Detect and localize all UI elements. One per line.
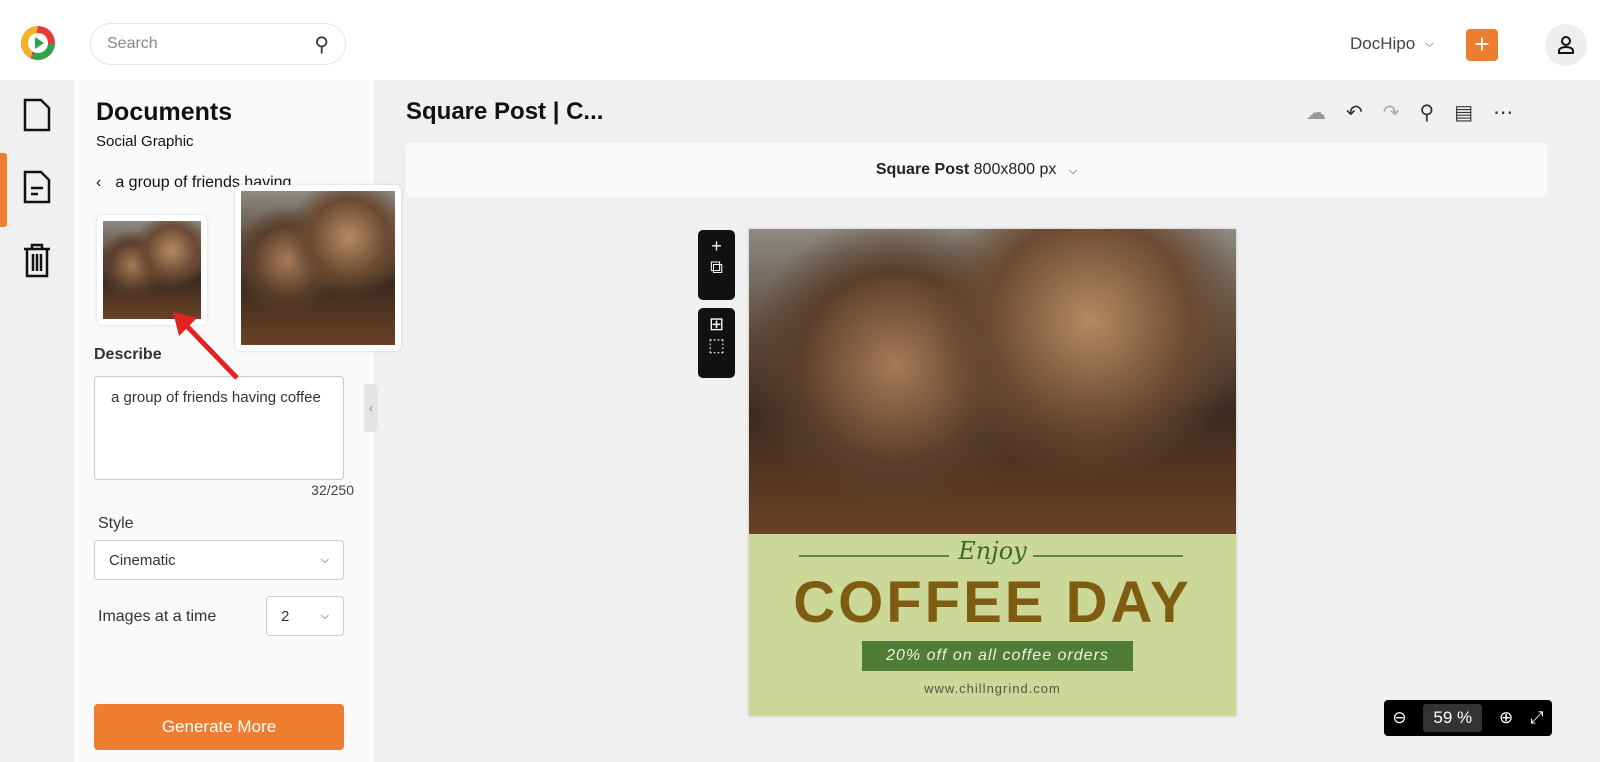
top-bar: Search ⚲ DocHipo ⌵ + (0, 0, 1600, 80)
size-selector[interactable]: Square Post 800x800 px ⌵ (406, 143, 1547, 197)
images-count-value: 2 (281, 607, 290, 625)
size-dims: 800x800 px (973, 161, 1057, 178)
page-actions: + ⧉ (698, 230, 735, 300)
chevron-down-icon: ⌵ (320, 553, 329, 566)
website-text[interactable]: www.chillngrind.com (749, 681, 1236, 696)
image-preview-popup (235, 185, 401, 351)
redo-icon[interactable]: ↷ (1383, 100, 1400, 125)
chevron-down-icon: ⌵ (1425, 37, 1434, 50)
document-icon[interactable] (22, 98, 52, 132)
search-input[interactable]: Search ⚲ (90, 23, 346, 65)
panel-title: Documents (96, 98, 233, 126)
images-at-a-time-label: Images at a time (98, 608, 217, 625)
search-placeholder: Search (107, 35, 158, 52)
document-title[interactable]: Square Post | C... (406, 98, 603, 126)
search-icon[interactable]: ⚲ (314, 32, 329, 57)
enjoy-text[interactable]: Enjoy (749, 537, 1236, 565)
dochipo-logo[interactable] (20, 25, 56, 61)
images-count-select[interactable]: 2 ⌵ (266, 596, 344, 636)
select-area-icon[interactable]: ⬚ (698, 335, 735, 356)
add-button[interactable]: + (1466, 29, 1498, 61)
cloud-saved-icon[interactable]: ☁ (1306, 100, 1326, 125)
text-document-icon[interactable] (22, 170, 52, 204)
headline-text[interactable]: COFFEE DAY (749, 569, 1236, 636)
collapse-panel-handle[interactable]: ‹ (364, 384, 378, 432)
duplicate-page-icon[interactable]: ⧉ (698, 257, 735, 278)
user-icon (1558, 36, 1574, 54)
style-value: Cinematic (109, 551, 176, 569)
workspace-name: DocHipo (1350, 34, 1416, 53)
undo-icon[interactable]: ↶ (1346, 100, 1363, 125)
chevron-down-icon: ⌵ (320, 609, 329, 622)
size-name: Square Post (875, 161, 970, 178)
search-icon[interactable]: ⚲ (1420, 100, 1435, 125)
zoom-out-icon[interactable]: ⊖ (1392, 708, 1406, 728)
coffee-friends-photo (241, 191, 395, 345)
user-avatar[interactable] (1545, 24, 1587, 66)
chevron-down-icon: ⌵ (1068, 165, 1078, 177)
offer-banner[interactable]: 20% off on all coffee orders (862, 641, 1133, 671)
design-canvas[interactable]: Enjoy COFFEE DAY 20% off on all coffee o… (749, 229, 1236, 716)
zoom-control: ⊖ 59 % ⊕ ⤢ (1384, 700, 1552, 736)
coffee-friends-photo (749, 229, 1236, 534)
style-label: Style (98, 515, 134, 532)
generate-more-button[interactable]: Generate More (94, 704, 344, 750)
side-panel: Documents Social Graphic ‹ a group of fri… (74, 80, 401, 762)
editor-toolbar: ☁ ↶ ↷ ⚲ ▤ ⋯ (1306, 100, 1513, 125)
trash-icon[interactable] (22, 242, 52, 278)
more-icon[interactable]: ⋯ (1493, 100, 1513, 125)
zoom-value[interactable]: 59 % (1423, 704, 1483, 732)
grid-icon[interactable]: ⊞ (698, 314, 735, 335)
left-rail (0, 80, 74, 762)
describe-textarea[interactable]: a group of friends having coffee (94, 376, 344, 480)
comment-icon[interactable]: ▤ (1454, 100, 1473, 125)
panel-subtitle: Social Graphic (96, 133, 194, 150)
workspace-dropdown[interactable]: DocHipo ⌵ (1350, 34, 1434, 54)
chevron-left-icon: ‹ (96, 174, 102, 191)
describe-label: Describe (94, 346, 162, 363)
red-arrow-annotation (173, 312, 239, 380)
active-indicator (0, 153, 7, 227)
style-select[interactable]: Cinematic ⌵ (94, 540, 344, 580)
fullscreen-icon[interactable]: ⤢ (1530, 708, 1544, 728)
layout-actions: ⊞ ⬚ (698, 308, 735, 378)
coffee-friends-photo (103, 221, 201, 319)
add-page-icon[interactable]: + (698, 236, 735, 257)
zoom-in-icon[interactable]: ⊕ (1499, 708, 1513, 728)
char-count: 32/250 (311, 482, 354, 498)
